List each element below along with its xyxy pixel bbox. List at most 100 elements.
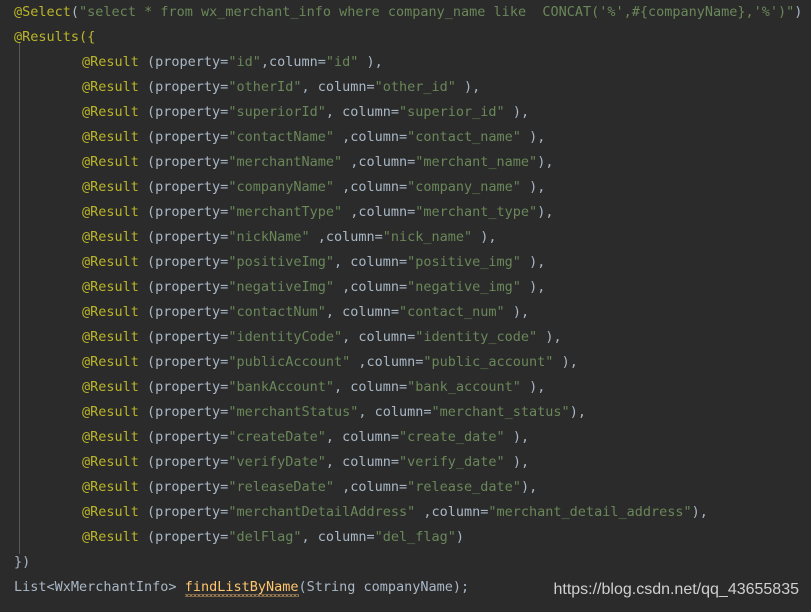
result-prefix: (property= xyxy=(138,304,229,320)
code-line-result-annotation[interactable]: @Result (property="companyName" ,column=… xyxy=(0,175,811,200)
code-editor-window: @Select("select * from wx_merchant_info … xyxy=(0,0,811,612)
result-prefix: (property= xyxy=(138,129,229,145)
annotation-token-result: @Result xyxy=(82,304,139,320)
method-spacer xyxy=(177,579,185,595)
result-property-value: "contactName" xyxy=(228,129,334,145)
result-property-value: "superiorId" xyxy=(228,104,326,120)
result-property-value: "releaseDate" xyxy=(228,479,334,495)
annotation-token-result: @Result xyxy=(82,129,139,145)
result-prefix: (property= xyxy=(138,404,229,420)
watermark-url: https://blog.csdn.net/qq_43655835 xyxy=(553,581,799,598)
result-suffix: ), xyxy=(537,329,562,345)
code-line-result-annotation[interactable]: @Result (property="contactName" ,column=… xyxy=(0,125,811,150)
code-line-result-annotation[interactable]: @Result (property="identityCode", column… xyxy=(0,325,811,350)
code-line-result-annotation[interactable]: @Result (property="verifyDate", column="… xyxy=(0,450,811,475)
result-column-value: "merchant_type" xyxy=(415,204,538,220)
result-separator: ,column= xyxy=(333,179,408,195)
result-prefix: (property= xyxy=(138,504,229,520)
result-column-value: "other_id" xyxy=(374,79,456,95)
code-line-result-annotation[interactable]: @Result (property="superiorId", column="… xyxy=(0,100,811,125)
result-column-value: "merchant_status" xyxy=(431,404,570,420)
results-close-token: }) xyxy=(14,554,31,570)
annotation-token-result: @Result xyxy=(82,404,139,420)
result-separator: , column= xyxy=(333,254,408,270)
result-separator: , column= xyxy=(301,529,375,545)
result-prefix: (property= xyxy=(138,279,229,295)
result-property-value: "id" xyxy=(228,54,261,70)
code-line-result-annotation[interactable]: @Result (property="otherId", column="oth… xyxy=(0,75,811,100)
result-column-value: "nick_name" xyxy=(382,229,473,245)
result-prefix: (property= xyxy=(138,79,229,95)
result-column-value: "public_account" xyxy=(423,354,554,370)
result-column-value: "id" xyxy=(325,54,359,70)
code-line-result-annotation[interactable]: @Result (property="bankAccount", column=… xyxy=(0,375,811,400)
result-suffix: ), xyxy=(520,379,546,395)
annotation-token-result: @Result xyxy=(82,379,139,395)
code-line-result-annotation[interactable]: @Result (property="merchantType" ,column… xyxy=(0,200,811,225)
result-prefix: (property= xyxy=(138,479,229,495)
annotation-token-result: @Result xyxy=(82,179,139,195)
result-separator: , column= xyxy=(342,329,416,345)
code-line-result-annotation[interactable]: @Result (property="negativeImg" ,column=… xyxy=(0,275,811,300)
result-prefix: (property= xyxy=(138,229,229,245)
code-line-result-annotation[interactable]: @Result (property="contactNum", column="… xyxy=(0,300,811,325)
result-separator: , column= xyxy=(325,454,400,470)
result-property-value: "companyName" xyxy=(228,179,334,195)
result-column-value: "del_flag" xyxy=(374,529,456,545)
code-line-result-annotation[interactable]: @Result (property="nickName" ,column="ni… xyxy=(0,225,811,250)
result-suffix: ), xyxy=(504,304,530,320)
result-suffix: ), xyxy=(520,129,546,145)
code-line-results-close[interactable]: }) xyxy=(0,550,811,575)
result-suffix: ), xyxy=(537,154,554,170)
result-column-value: "create_date" xyxy=(399,429,505,445)
annotation-token-result: @Result xyxy=(82,529,139,545)
result-suffix: ), xyxy=(537,204,554,220)
result-column-value: "contact_num" xyxy=(399,304,505,320)
result-separator: ,column= xyxy=(260,54,326,70)
code-line-result-annotation[interactable]: @Result (property="merchantDetailAddress… xyxy=(0,500,811,525)
result-prefix: (property= xyxy=(138,254,229,270)
result-prefix: (property= xyxy=(138,379,229,395)
result-separator: ,column= xyxy=(309,229,383,245)
result-separator: ,column= xyxy=(333,279,408,295)
result-suffix: ), xyxy=(504,429,530,445)
code-line-result-annotation[interactable]: @Result (property="positiveImg", column=… xyxy=(0,250,811,275)
result-separator: ,column= xyxy=(342,154,416,170)
method-name-findListByName[interactable]: findListByName xyxy=(184,579,299,597)
result-separator: ,column= xyxy=(333,129,408,145)
result-suffix: ), xyxy=(504,104,530,120)
code-line-result-annotation[interactable]: @Result (property="merchantStatus", colu… xyxy=(0,400,811,425)
result-prefix: (property= xyxy=(138,154,229,170)
annotation-token-result: @Result xyxy=(82,79,139,95)
annotation-token-result: @Result xyxy=(82,354,139,370)
result-property-value: "publicAccount" xyxy=(228,354,351,370)
code-line-result-annotation[interactable]: @Result (property="id",column="id" ), xyxy=(0,50,811,75)
result-suffix: ), xyxy=(520,479,538,495)
code-line-results-open[interactable]: @Results({ xyxy=(0,25,811,50)
result-property-value: "negativeImg" xyxy=(228,279,334,295)
result-separator: ,column= xyxy=(350,354,424,370)
result-suffix: ), xyxy=(472,229,497,245)
result-prefix: (property= xyxy=(138,54,229,70)
code-line-result-annotation[interactable]: @Result (property="merchantName" ,column… xyxy=(0,150,811,175)
code-line-result-annotation[interactable]: @Result (property="releaseDate" ,column=… xyxy=(0,475,811,500)
annotation-token-result: @Result xyxy=(82,504,139,520)
code-line-result-annotation[interactable]: @Result (property="publicAccount" ,colum… xyxy=(0,350,811,375)
result-prefix: (property= xyxy=(138,429,229,445)
code-content-area[interactable]: @Select("select * from wx_merchant_info … xyxy=(0,0,811,612)
code-line-result-annotation[interactable]: @Result (property="createDate", column="… xyxy=(0,425,811,450)
result-property-value: "verifyDate" xyxy=(228,454,326,470)
result-suffix: ), xyxy=(691,504,708,520)
result-column-value: "superior_id" xyxy=(399,104,505,120)
method-return-type: List<WxMerchantInfo> xyxy=(14,579,177,595)
result-prefix: (property= xyxy=(138,454,229,470)
result-column-value: "identity_code" xyxy=(415,329,538,345)
annotation-token-result: @Result xyxy=(82,454,139,470)
annotation-token-result: @Result xyxy=(82,229,139,245)
result-column-value: "contact_name" xyxy=(407,129,521,145)
result-property-value: "merchantStatus" xyxy=(228,404,359,420)
code-line-result-annotation[interactable]: @Result (property="delFlag", column="del… xyxy=(0,525,811,550)
annotation-token-result: @Result xyxy=(82,154,139,170)
code-line-select-annotation[interactable]: @Select("select * from wx_merchant_info … xyxy=(0,0,811,25)
annotation-token-result: @Result xyxy=(82,479,139,495)
